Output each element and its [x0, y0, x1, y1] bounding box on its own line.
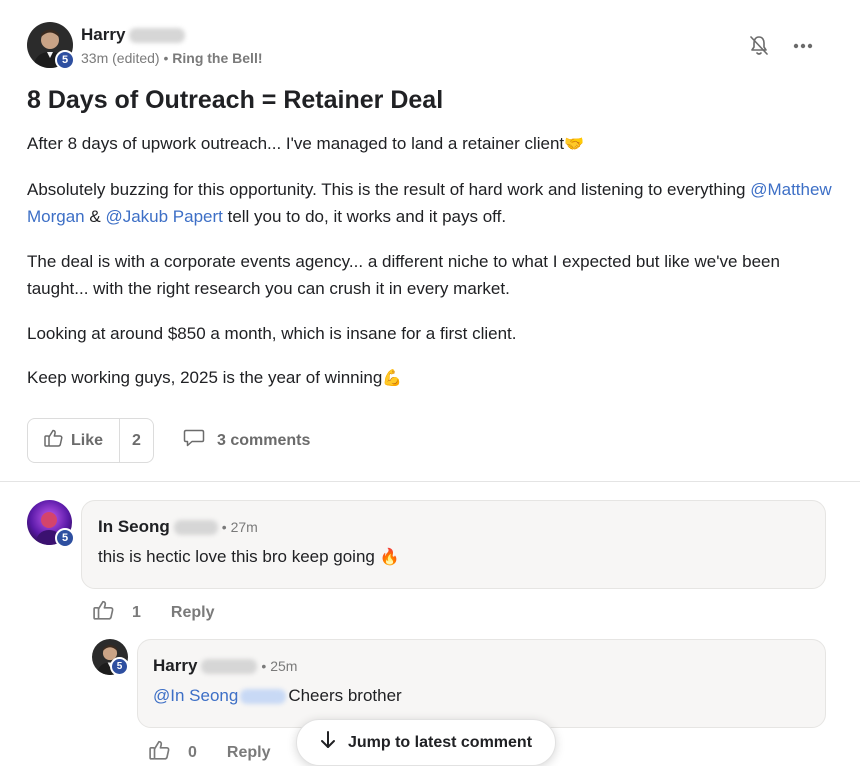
- jump-to-latest-comment-button[interactable]: Jump to latest comment: [296, 719, 556, 766]
- author-surname-redacted: [129, 28, 186, 44]
- post-meta: 33m (edited) • Ring the Bell!: [81, 50, 263, 66]
- handshake-emoji: 🤝: [564, 136, 585, 153]
- jump-button-label: Jump to latest comment: [347, 733, 533, 751]
- thumbs-up-icon[interactable]: [149, 740, 170, 765]
- arrow-down-icon: [320, 731, 336, 754]
- post-paragraph-4: Looking at around $850 a month, which is…: [27, 323, 517, 343]
- post-comments-divider: [0, 481, 860, 482]
- comment-time: • 27m: [221, 519, 258, 535]
- comment-icon: [183, 429, 205, 452]
- meta-separator: •: [159, 50, 173, 66]
- comments-count-label: 3 comments: [217, 431, 311, 449]
- thumbs-up-icon: [44, 429, 63, 452]
- reply-author[interactable]: Harry • 25m: [153, 656, 297, 676]
- post-body: After 8 days of upwork outreach... I've …: [27, 130, 832, 410]
- commenter-level-badge: 5: [55, 528, 75, 548]
- author-name[interactable]: Harry: [81, 25, 186, 45]
- comment-actions: 1 Reply: [93, 600, 214, 625]
- comment-text: this is hectic love this bro keep going …: [98, 547, 400, 566]
- comments-count-button[interactable]: 3 comments: [183, 429, 310, 452]
- post-paragraph-3: The deal is with a corporate events agen…: [27, 251, 780, 299]
- reply-button[interactable]: Reply: [171, 604, 215, 622]
- thumbs-up-icon[interactable]: [93, 600, 114, 625]
- author-first-name: Harry: [81, 25, 126, 44]
- like-button[interactable]: Like: [28, 419, 119, 462]
- mention-jakub-papert[interactable]: @Jakub Papert: [105, 207, 222, 226]
- fire-emoji: 🔥: [379, 549, 400, 566]
- like-box: Like 2: [27, 418, 154, 463]
- reply-text: @In Seong Cheers brother: [153, 686, 402, 705]
- comment-author[interactable]: In Seong • 27m: [98, 517, 258, 537]
- reply-like-count: 0: [188, 743, 197, 761]
- more-horizontal-icon[interactable]: [788, 33, 818, 59]
- mention-in-seong[interactable]: @In Seong: [153, 686, 238, 705]
- comment-bubble: In Seong • 27m this is hectic love this b…: [81, 500, 826, 589]
- reply-actions: 0 Reply: [149, 740, 270, 765]
- reply-author-surname-redacted: [201, 659, 258, 675]
- post-title: 8 Days of Outreach = Retainer Deal: [27, 86, 444, 114]
- comment-author-name: In Seong: [98, 517, 170, 536]
- post-paragraph-2: Absolutely buzzing for this opportunity.…: [27, 179, 832, 227]
- post-paragraph-5: Keep working guys, 2025 is the year of w…: [27, 368, 403, 387]
- comment-author-surname-redacted: [173, 520, 218, 536]
- reply-author-name: Harry: [153, 656, 198, 675]
- post-paragraph-1: After 8 days of upwork outreach... I've …: [27, 134, 585, 153]
- post-category[interactable]: Ring the Bell!: [172, 50, 262, 66]
- reply-button[interactable]: Reply: [227, 744, 271, 762]
- post-time: 33m (edited): [81, 50, 160, 66]
- author-level-badge: 5: [55, 50, 75, 70]
- like-count[interactable]: 2: [120, 432, 153, 450]
- reply-level-badge: 5: [110, 657, 129, 676]
- bell-off-icon[interactable]: [746, 33, 772, 59]
- comment-like-count: 1: [132, 603, 141, 621]
- reply-bubble: Harry • 25m @In Seong Cheers brother: [137, 639, 826, 728]
- mention-surname-redacted: [240, 689, 287, 705]
- like-label: Like: [70, 431, 103, 449]
- reply-time: • 25m: [261, 658, 298, 674]
- flexed-biceps-emoji: 💪: [382, 370, 403, 387]
